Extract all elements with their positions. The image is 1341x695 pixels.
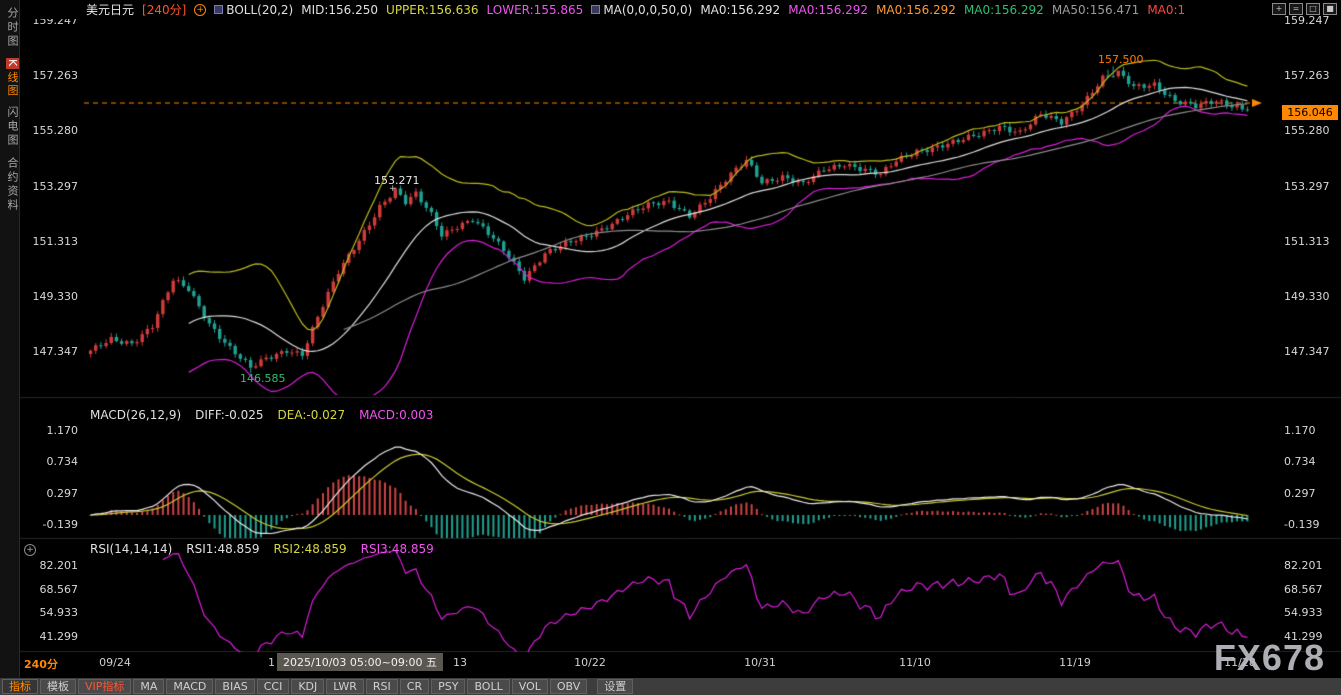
- stack-windows-icon[interactable]: □: [1306, 3, 1320, 15]
- add-indicator-icon[interactable]: +: [194, 4, 206, 16]
- swing-high-annotation: 153.271: [374, 174, 420, 187]
- legend-text: LOWER:155.865: [487, 3, 584, 17]
- legend-item-3: UPPER:156.636: [386, 3, 478, 17]
- legend-item-6: MA0:156.292: [700, 3, 780, 17]
- sidebar-item-4[interactable]: 合约资料: [4, 157, 20, 213]
- toolbar-button-BOLL[interactable]: BOLL: [467, 679, 509, 694]
- chart-header-bar: 美元日元 [240分] + BOLL(20,2) MID:156.250 UPPER…: [20, 0, 1210, 19]
- chart-type-sidebar: 分时图 K 线图闪电图合约资料: [0, 0, 20, 695]
- legend-item-10: MA50:156.471: [1052, 3, 1140, 17]
- legend-text: MA0:156.292: [700, 3, 780, 17]
- toolbar-button-LWR[interactable]: LWR: [326, 679, 364, 694]
- tile-windows-icon[interactable]: =: [1289, 3, 1303, 15]
- sidebar-item-label: 线图: [6, 71, 19, 97]
- legend-text: MA0:1: [1147, 3, 1185, 17]
- toolbar-button-MACD[interactable]: MACD: [166, 679, 213, 694]
- indicator-legend: BOLL(20,2) MID:156.250 UPPER:156.636 LOWER:…: [214, 3, 1185, 17]
- new-chart-window-icon[interactable]: +: [1272, 3, 1286, 15]
- high-price-annotation: 157.500: [1098, 53, 1144, 66]
- sidebar-item-2[interactable]: K 线图: [4, 58, 20, 97]
- toolbar-button-VOL[interactable]: VOL: [512, 679, 548, 694]
- xaxis-covered-label-right: 13: [453, 656, 467, 669]
- toolbar-button-BIAS[interactable]: BIAS: [215, 679, 254, 694]
- legend-text: BOLL(20,2): [226, 3, 293, 17]
- boll-settings-icon[interactable]: [214, 5, 223, 14]
- toolbar-button-OBV[interactable]: OBV: [550, 679, 587, 694]
- last-price-tag: 156.046: [1282, 105, 1338, 120]
- symbol-name: 美元日元: [86, 1, 134, 18]
- swing-high-cross-marker: +: [389, 184, 397, 194]
- legend-item-9: MA0:156.292: [964, 3, 1044, 17]
- indicator-toolbar: 指标模板VIP指标MAMACDBIASCCIKDJLWRRSICRPSYBOLL…: [0, 678, 1341, 695]
- legend-item-4: LOWER:155.865: [487, 3, 584, 17]
- fx678-watermark: FX678: [1214, 637, 1325, 679]
- toolbar-button-MA[interactable]: MA: [133, 679, 164, 694]
- crosshair-date-tooltip: 2025/10/03 05:00~09:00 五: [277, 653, 443, 671]
- legend-text: MID:156.250: [301, 3, 378, 17]
- toolbar-button-VIP指标[interactable]: VIP指标: [78, 679, 131, 694]
- legend-text: MA50:156.471: [1052, 3, 1140, 17]
- legend-item-7: MA0:156.292: [788, 3, 868, 17]
- toolbar-button-CR[interactable]: CR: [400, 679, 429, 694]
- toolbar-button-指标[interactable]: 指标: [2, 679, 38, 694]
- xaxis-period-label[interactable]: 240分: [24, 656, 58, 672]
- maximize-window-icon[interactable]: ■: [1323, 3, 1337, 15]
- timeframe-label[interactable]: [240分]: [142, 1, 186, 18]
- sidebar-item-1[interactable]: 分时图: [4, 7, 20, 49]
- legend-text: MA0:156.292: [876, 3, 956, 17]
- legend-text: MA(0,0,0,50,0): [603, 3, 692, 17]
- toolbar-button-CCI[interactable]: CCI: [257, 679, 290, 694]
- legend-item-8: MA0:156.292: [876, 3, 956, 17]
- toolbar-button-PSY[interactable]: PSY: [431, 679, 465, 694]
- legend-text: MA0:156.292: [788, 3, 868, 17]
- xaxis-covered-label-left: 1: [268, 656, 275, 669]
- legend-item-1: BOLL(20,2): [214, 3, 293, 17]
- toolbar-button-RSI[interactable]: RSI: [366, 679, 398, 694]
- legend-item-2: MID:156.250: [301, 3, 378, 17]
- legend-item-5: MA(0,0,0,50,0): [591, 3, 692, 17]
- sidebar-item-3[interactable]: 闪电图: [4, 106, 20, 148]
- toolbar-button-KDJ[interactable]: KDJ: [291, 679, 324, 694]
- ma-settings-icon[interactable]: [591, 5, 600, 14]
- toolbar-button-设置[interactable]: 设置: [597, 679, 633, 694]
- trading-chart-app: 美元日元 [240分] + BOLL(20,2) MID:156.250 UPPER…: [0, 0, 1341, 695]
- rsi-panel-settings-icon[interactable]: +: [24, 544, 36, 556]
- low-price-annotation: 146.585: [240, 372, 286, 385]
- active-chart-badge: K: [6, 58, 19, 69]
- window-controls: +=□■: [1272, 3, 1337, 15]
- legend-text: MA0:156.292: [964, 3, 1044, 17]
- candlestick-chart-canvas[interactable]: [0, 0, 1341, 695]
- legend-text: UPPER:156.636: [386, 3, 478, 17]
- toolbar-button-模板[interactable]: 模板: [40, 679, 76, 694]
- legend-item-11: MA0:1: [1147, 3, 1185, 17]
